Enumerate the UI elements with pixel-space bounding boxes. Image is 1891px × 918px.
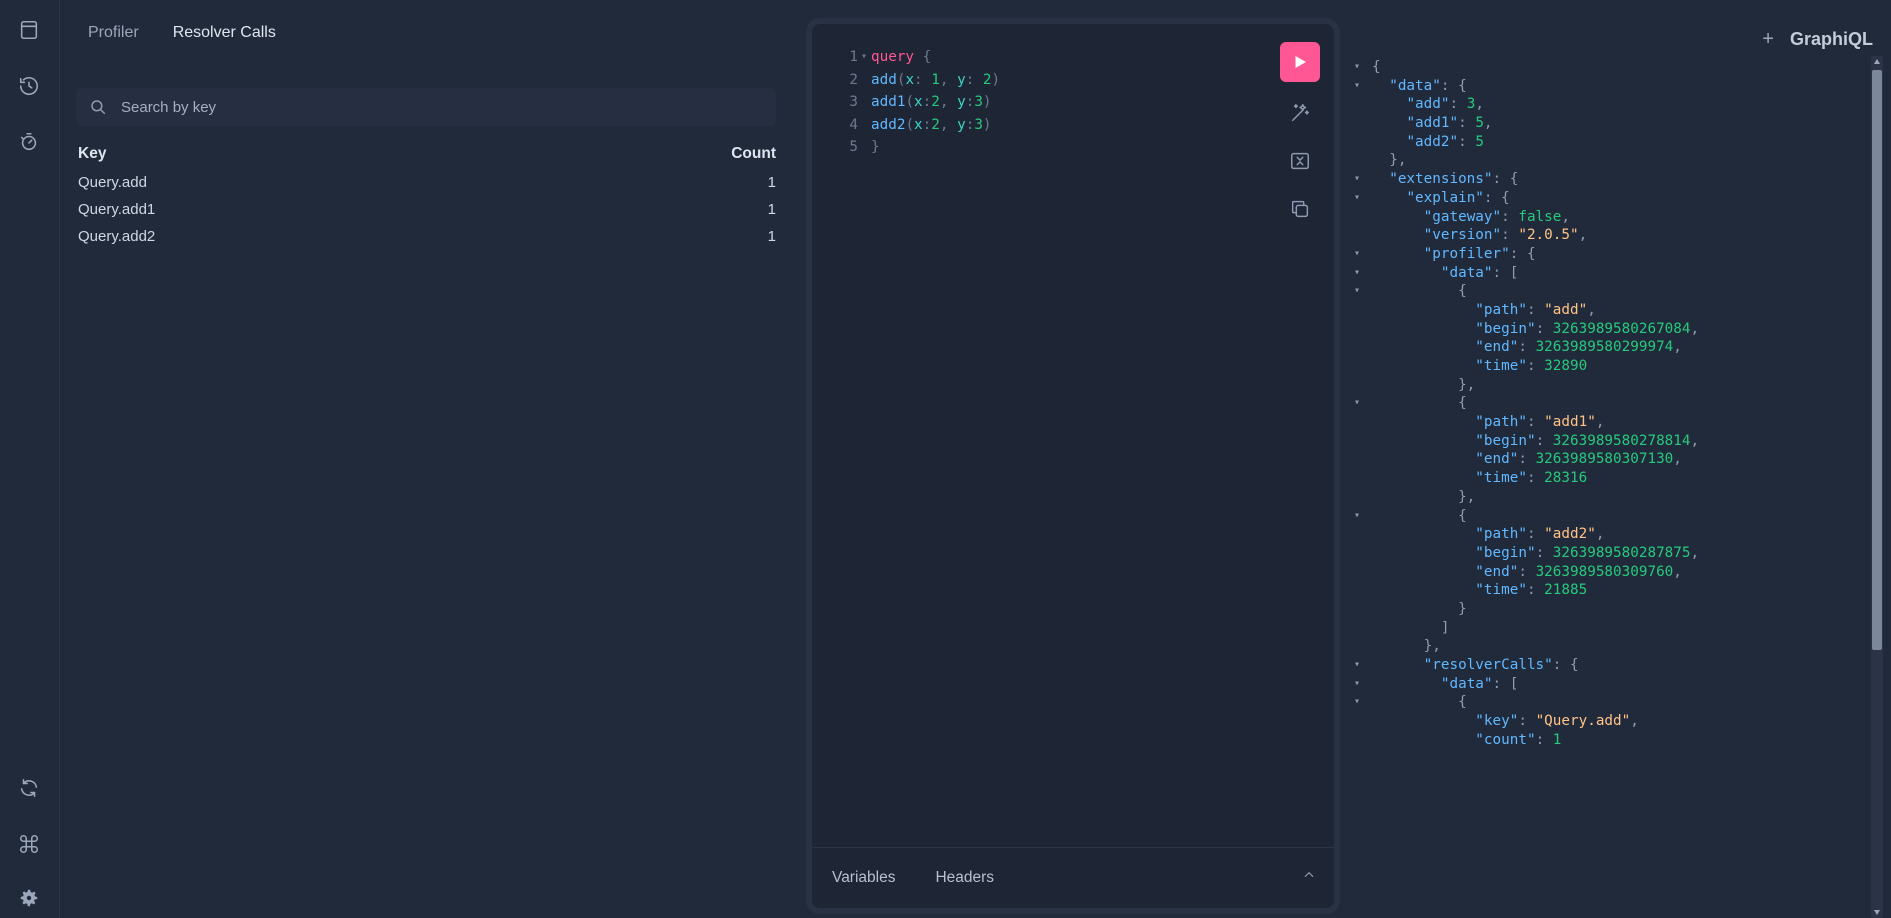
- query-code[interactable]: 1 ▾ query { 2 add(x: 1, y: 2) 3 add1(x:2, …: [836, 46, 1000, 159]
- merge-icon[interactable]: [1283, 144, 1317, 178]
- search-box: [76, 88, 776, 126]
- graphiql-logo: GraphiQL: [1789, 29, 1873, 49]
- refetch-icon[interactable]: [17, 776, 41, 800]
- graphiql-app: Profiler Resolver Calls Key Count Query.…: [0, 0, 1891, 918]
- row-count: 1: [767, 228, 776, 245]
- query-editor[interactable]: 1 ▾ query { 2 add(x: 1, y: 2) 3 add1(x:2, …: [806, 18, 1340, 914]
- search-icon: [91, 100, 106, 115]
- row-key: Query.add2: [78, 228, 156, 245]
- tab-headers[interactable]: Headers: [935, 869, 994, 887]
- tab-variables[interactable]: Variables: [832, 869, 895, 887]
- add-tab-icon[interactable]: +: [1762, 28, 1774, 51]
- copy-icon[interactable]: [1283, 192, 1317, 226]
- column-key: Key: [78, 145, 107, 162]
- scrollbar-thumb[interactable]: [1872, 70, 1882, 650]
- execute-query-button[interactable]: [1280, 42, 1320, 82]
- plugin-panel: Profiler Resolver Calls Key Count Query.…: [60, 0, 800, 918]
- resolver-calls-table: Key Count Query.add 1 Query.add1 1 Query…: [78, 145, 776, 250]
- table-row: Query.add1 1: [78, 196, 776, 223]
- result-scrollbar[interactable]: [1871, 56, 1883, 918]
- shortcut-icon[interactable]: [17, 832, 41, 856]
- tab-resolver-calls[interactable]: Resolver Calls: [173, 24, 276, 42]
- scroll-down-arrow[interactable]: [1874, 910, 1880, 915]
- play-icon: [1295, 56, 1306, 68]
- row-count: 1: [767, 174, 776, 191]
- history-icon[interactable]: [17, 74, 41, 98]
- tab-profiler[interactable]: Profiler: [88, 24, 139, 42]
- sidebar-rail: [0, 0, 60, 918]
- editor-toolbar: [1280, 42, 1320, 226]
- row-count: 1: [767, 201, 776, 218]
- table-header: Key Count: [78, 145, 776, 169]
- scroll-up-arrow[interactable]: [1874, 59, 1880, 64]
- settings-icon[interactable]: [17, 886, 41, 910]
- plugin-tabs: Profiler Resolver Calls: [88, 24, 276, 42]
- table-row: Query.add2 1: [78, 223, 776, 250]
- chevron-up-icon[interactable]: [1302, 868, 1316, 887]
- prettify-icon[interactable]: [1283, 96, 1317, 130]
- column-count: Count: [731, 145, 776, 162]
- table-row: Query.add 1: [78, 169, 776, 196]
- docs-icon[interactable]: [17, 18, 41, 42]
- row-key: Query.add: [78, 174, 147, 191]
- search-input[interactable]: [119, 97, 723, 117]
- result-panel: + GraphiQL ▾{ ▾ "data": { "add": 3, "add…: [1346, 18, 1891, 918]
- profiler-icon[interactable]: [17, 130, 41, 154]
- result-json[interactable]: ▾{ ▾ "data": { "add": 3, "add1": 5, "add…: [1354, 58, 1854, 749]
- title-bar: + GraphiQL: [1762, 28, 1873, 51]
- variables-headers-bar: Variables Headers: [812, 847, 1334, 908]
- row-key: Query.add1: [78, 201, 156, 218]
